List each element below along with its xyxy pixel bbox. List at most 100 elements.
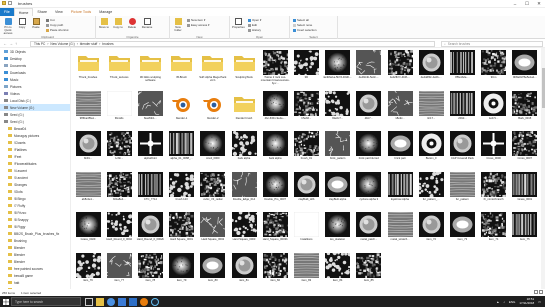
- file-item[interactable]: 4bc-63b1-9e4e-...: [260, 90, 290, 128]
- file-item[interactable]: bb91...: [73, 131, 103, 168]
- sidebar-item[interactable]: !8 Snappy: [0, 216, 70, 223]
- file-item[interactable]: item_74: [479, 212, 509, 249]
- file-item[interactable]: Hard_Square_0003b: [260, 212, 290, 249]
- sidebar-item[interactable]: Local Disk (C:): [0, 97, 70, 104]
- file-item[interactable]: d1b7...: [354, 90, 384, 128]
- up-arrow-icon[interactable]: ↑: [15, 41, 17, 46]
- sidebar-item[interactable]: !Feet: [0, 153, 70, 160]
- file-item[interactable]: 4e42fb7c-4b0f-...: [385, 50, 415, 87]
- delete-button[interactable]: Delete: [126, 18, 138, 29]
- copy-to-button[interactable]: Copy to: [112, 18, 124, 29]
- file-item[interactable]: 4e4bb4b-5e3c-...: [354, 50, 384, 87]
- file-item[interactable]: CTC_7714: [135, 171, 165, 209]
- breadcrumb-item[interactable]: New Volume (G:): [50, 42, 74, 46]
- forward-arrow-icon[interactable]: →: [9, 41, 13, 46]
- file-item[interactable]: bark alpha: [229, 131, 259, 168]
- sidebar-item[interactable]: Bewal04: [0, 125, 70, 132]
- taskbar-search[interactable]: Type here to search: [11, 297, 81, 306]
- file-item[interactable]: item_72: [416, 212, 446, 249]
- mail-icon[interactable]: [129, 297, 137, 306]
- file-item[interactable]: b9e6c7...: [323, 90, 353, 128]
- file-item[interactable]: item_73: [447, 212, 477, 249]
- tab-file[interactable]: File: [0, 8, 14, 16]
- sidebar-item[interactable]: !8 Figgy: [0, 223, 70, 230]
- tab-view[interactable]: View: [51, 8, 67, 16]
- new-folder-button[interactable]: New folder: [172, 18, 184, 32]
- breadcrumb-item[interactable]: This PC: [34, 42, 45, 46]
- file-item[interactable]: item_83: [291, 252, 321, 290]
- steam-icon[interactable]: [151, 297, 159, 306]
- file-item[interactable]: fur_pattern: [447, 171, 477, 209]
- sidebar-item[interactable]: Desktop: [0, 55, 70, 62]
- file-item[interactable]: bark alpha: [260, 131, 290, 168]
- paste-shortcut-button[interactable]: Paste shortcut: [46, 28, 68, 32]
- folder-icon[interactable]: [2, 1, 6, 5]
- clock[interactable]: 18:51 17/11/2018: [519, 297, 534, 305]
- file-item[interactable]: 3c17...: [416, 90, 446, 128]
- file-explorer-icon[interactable]: [96, 297, 104, 306]
- blender-app-icon[interactable]: [140, 297, 148, 306]
- rename-button[interactable]: Rename: [141, 18, 153, 29]
- search-input[interactable]: ⌕ Search brushes: [441, 41, 543, 47]
- sidebar-item[interactable]: Music: [0, 76, 70, 83]
- file-item[interactable]: fur_pattern_...: [416, 171, 446, 209]
- sidebar-item[interactable]: Seed (G:): [0, 118, 70, 125]
- sidebar-item[interactable]: Brushing: [0, 237, 70, 244]
- file-item[interactable]: blender-1: [167, 90, 197, 128]
- sidebar-item[interactable]: !Closets: [0, 139, 70, 146]
- sidebar-item[interactable]: 3D Objects: [0, 48, 70, 55]
- tab-picture-tools[interactable]: Picture Tools: [67, 8, 96, 16]
- file-item[interactable]: metal_scratch...: [385, 212, 415, 249]
- breadcrumb-item[interactable]: brushes: [102, 42, 113, 46]
- sidebar-item[interactable]: Videos: [0, 90, 70, 97]
- folder-item[interactable]: SuP-Alpha Mega Pack vol 1: [198, 50, 228, 87]
- file-item[interactable]: item_76: [73, 252, 103, 290]
- file-item[interactable]: Instaltions: [291, 212, 321, 249]
- sidebar-item[interactable]: Blender: [0, 258, 70, 265]
- file-item[interactable]: fir_mimicrbranch: [479, 171, 509, 209]
- file-item[interactable]: fibroids: [104, 90, 134, 128]
- sidebar-item[interactable]: !Glofa: [0, 188, 70, 195]
- cut-button[interactable]: Cut: [46, 18, 55, 22]
- file-item[interactable]: leo_skeleton: [323, 212, 353, 249]
- file-item[interactable]: brick patt blurred: [354, 131, 384, 168]
- file-item[interactable]: Grass_0001: [510, 171, 540, 209]
- sidebar-item[interactable]: !Dranges: [0, 181, 70, 188]
- copy-button[interactable]: Copy: [16, 18, 28, 29]
- file-item[interactable]: item_82: [260, 252, 290, 290]
- file-item[interactable]: 9Cm: [479, 50, 509, 87]
- folder-item[interactable]: Tfrock_brushes: [73, 50, 103, 87]
- file-item[interactable]: brick_pattern: [323, 131, 353, 168]
- invert-selection-button[interactable]: Invert selection: [293, 28, 316, 32]
- folder-item[interactable]: 3D Alkis sculpting software: [135, 50, 165, 87]
- file-item[interactable]: item_77: [104, 252, 134, 290]
- folder-item[interactable]: blender brush: [229, 91, 259, 128]
- folder-item[interactable]: SculptingTools: [229, 50, 259, 87]
- file-item[interactable]: Hard Square_0003: [229, 212, 259, 249]
- sidebar-item[interactable]: !8 Frizzo: [0, 209, 70, 216]
- new-item-button[interactable]: New item ▾: [187, 18, 205, 22]
- network-icon[interactable]: ▲: [496, 300, 499, 304]
- file-item[interactable]: 1eb7c...: [479, 90, 509, 128]
- sidebar-item[interactable]: !0 ancient: [0, 174, 70, 181]
- file-item[interactable]: 8ee84b1...: [135, 90, 165, 128]
- file-item[interactable]: alpha_01_0088_...: [167, 131, 197, 168]
- sidebar-item[interactable]: !7 Fluffy: [0, 202, 70, 209]
- easy-access-button[interactable]: Easy access ▾: [187, 23, 209, 27]
- sidebar-item[interactable]: Documents: [0, 62, 70, 69]
- volume-icon[interactable]: ♪: [503, 300, 505, 304]
- copy-path-button[interactable]: Copy path: [46, 23, 63, 27]
- sidebar-item[interactable]: BB/2S_Brush_Plus_brushes_fix: [0, 230, 70, 237]
- file-item[interactable]: 4e4ddf9c-4e0b-...: [416, 50, 446, 87]
- folder-item[interactable]: Tfrock_textures: [104, 50, 134, 87]
- vertical-scrollbar[interactable]: [541, 48, 545, 289]
- file-item[interactable]: item_78: [135, 252, 165, 290]
- file-item[interactable]: Hard Square_0001: [167, 212, 197, 249]
- properties-icon[interactable]: [8, 1, 12, 5]
- file-item[interactable]: clayBuilt alpha: [323, 171, 353, 209]
- file-item[interactable]: Double_Edge_014: [229, 171, 259, 209]
- sidebar-item[interactable]: !4 ascent: [0, 167, 70, 174]
- file-item[interactable]: Cross_0000: [479, 131, 509, 168]
- file-item[interactable]: Hard Square_0002: [198, 212, 228, 249]
- tab-share[interactable]: Share: [33, 8, 51, 16]
